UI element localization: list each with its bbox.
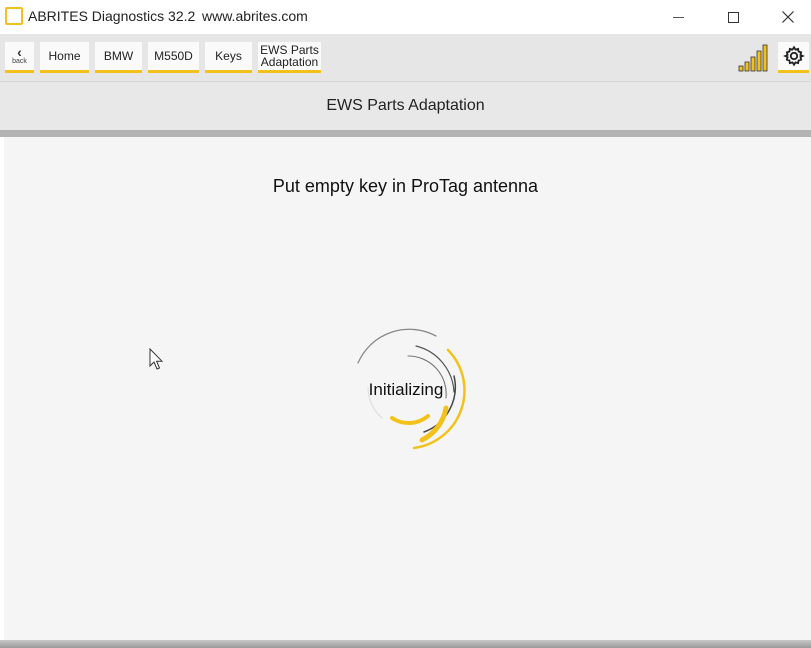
minimize-icon	[672, 16, 684, 18]
app-title: ABRITES Diagnostics 32.2	[28, 8, 196, 24]
close-button[interactable]	[765, 0, 811, 34]
maximize-button[interactable]	[710, 0, 756, 34]
breadcrumb-m550d[interactable]: M550D	[148, 42, 199, 73]
breadcrumb-keys[interactable]: Keys	[205, 42, 252, 73]
bottom-bar	[0, 640, 811, 648]
section-header: EWS Parts Adaptation	[0, 82, 811, 130]
gear-icon	[782, 45, 805, 67]
app-url: www.abrites.com	[202, 8, 308, 24]
settings-button[interactable]	[778, 42, 809, 73]
breadcrumb-ews-line-2: Adaptation	[260, 55, 319, 69]
close-icon	[782, 11, 794, 23]
status-text: Initializing	[368, 380, 444, 399]
mouse-cursor-icon	[149, 348, 164, 370]
breadcrumb-toolbar: ‹ back Home BMW M550D Keys EWS Parts Ada…	[0, 34, 811, 82]
breadcrumb-home[interactable]: Home	[40, 42, 89, 73]
header-divider	[0, 130, 811, 137]
title-bar: ABRITES Diagnostics 32.2 www.abrites.com	[0, 0, 811, 34]
section-title: EWS Parts Adaptation	[326, 97, 485, 114]
maximize-icon	[727, 11, 739, 23]
breadcrumb-ews-parts-adaptation[interactable]: EWS Parts Adaptation	[258, 42, 321, 73]
chevron-left-icon: ‹	[17, 44, 22, 60]
instruction-text: Put empty key in ProTag antenna	[272, 176, 539, 196]
back-button[interactable]: ‹ back	[5, 42, 34, 73]
back-label: back	[12, 58, 27, 65]
breadcrumb-bmw[interactable]: BMW	[95, 42, 142, 73]
minimize-button[interactable]	[655, 0, 701, 34]
signal-strength-icon	[738, 44, 768, 72]
abrites-logo-icon	[5, 7, 23, 25]
